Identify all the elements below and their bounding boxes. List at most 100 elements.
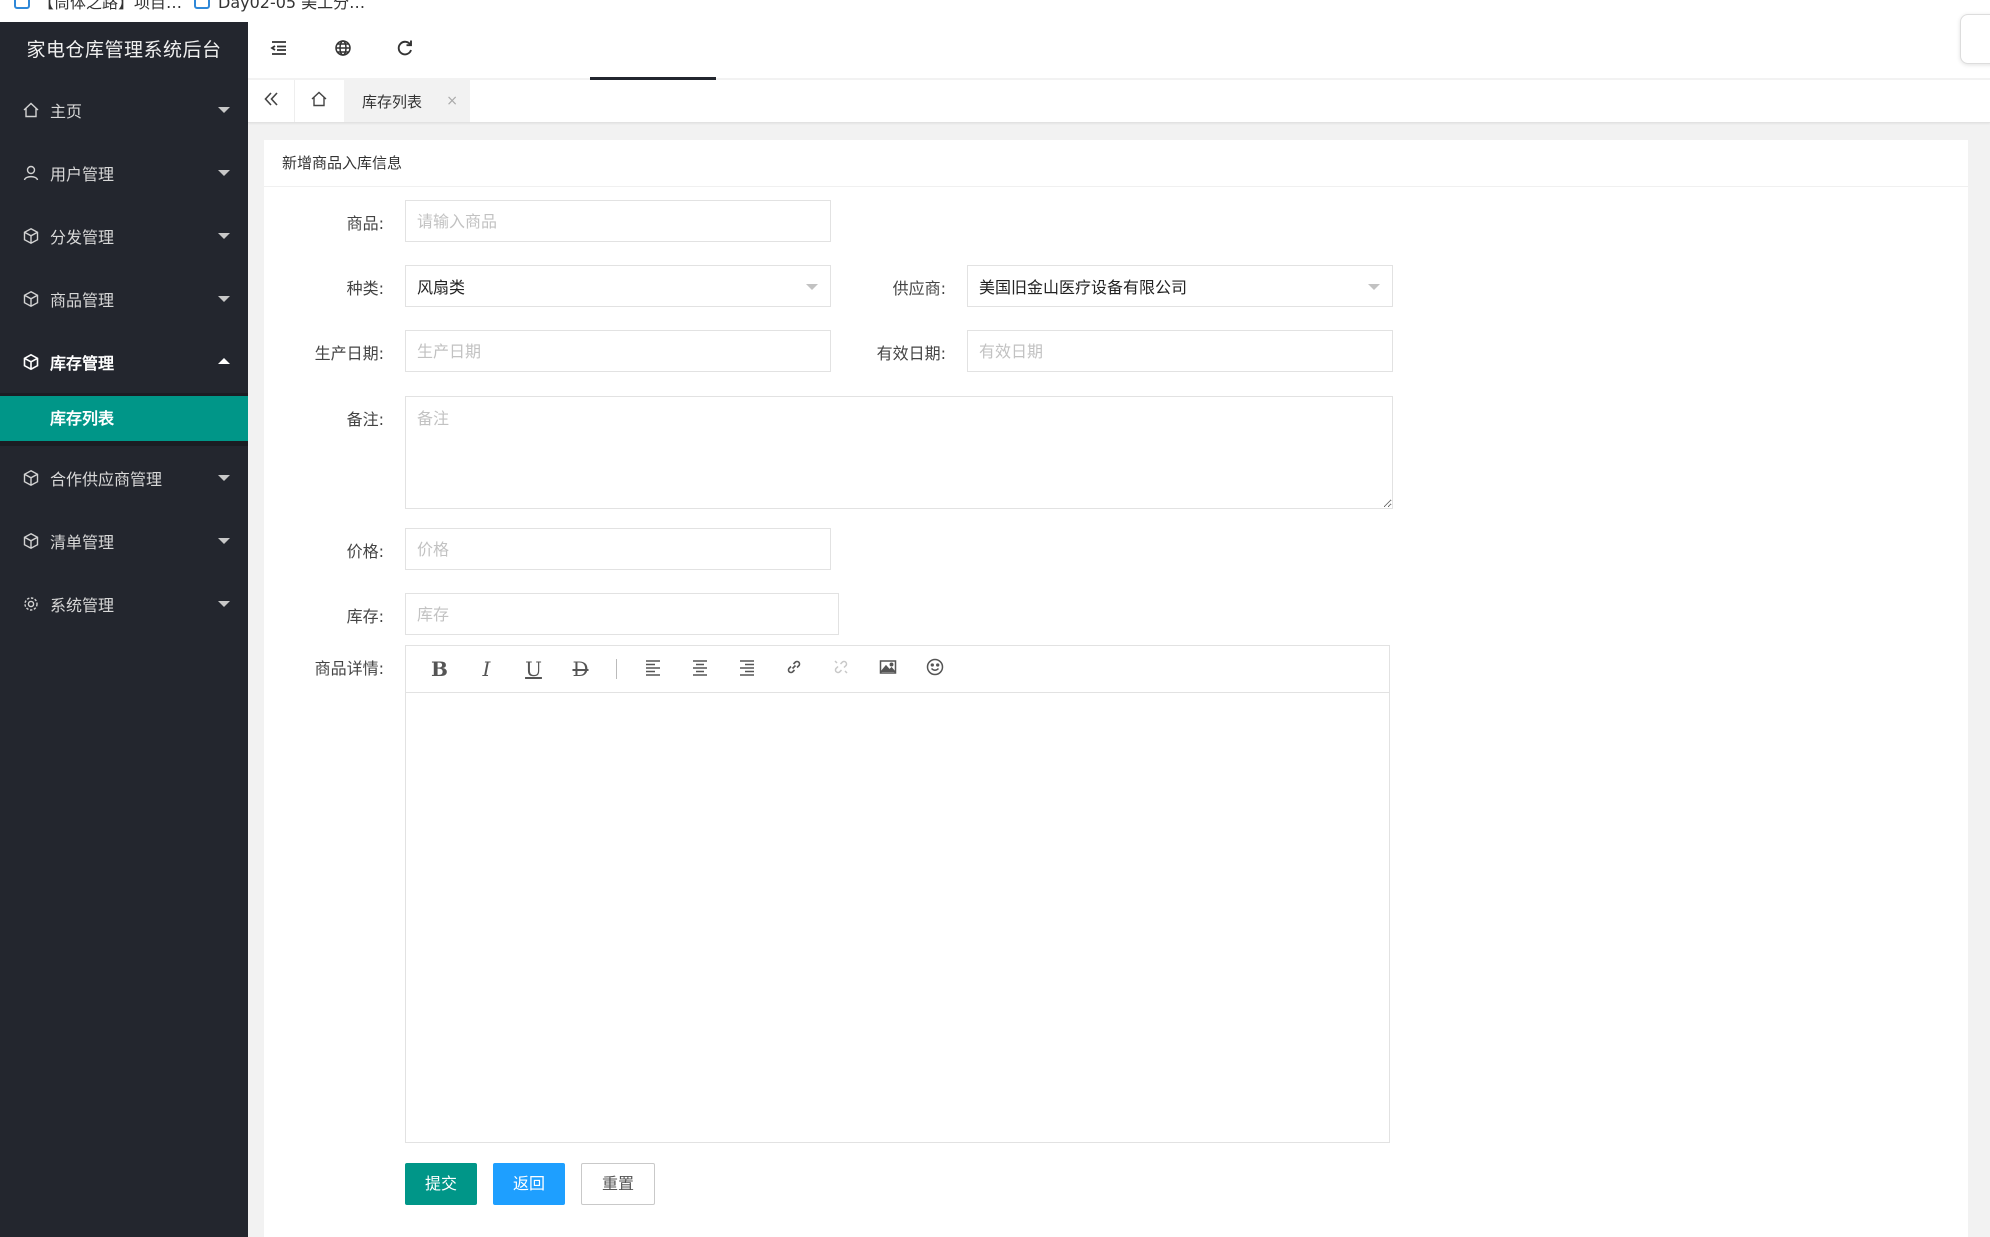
bookmark-icon (14, 0, 30, 9)
chevron-down-icon (1368, 284, 1380, 290)
bookmark-item[interactable]: 【筒体之路】项目… (14, 0, 182, 12)
chevron-down-icon (806, 284, 818, 290)
cube-icon (22, 469, 40, 487)
cube-icon (22, 227, 40, 245)
sidebar-item-label: 合作供应商管理 (50, 469, 163, 489)
stock-label: 库存: (346, 607, 384, 626)
caret-down-icon (218, 232, 230, 239)
price-label: 价格: (346, 542, 384, 561)
globe-button[interactable] (312, 22, 374, 78)
caret-down-icon (218, 474, 230, 481)
form-title: 新增商品入库信息 (264, 140, 1968, 187)
gear-icon (22, 595, 40, 613)
bookmark-icon (194, 0, 210, 9)
price-input[interactable] (405, 528, 831, 570)
link-icon (784, 657, 804, 682)
menu-fold-button[interactable] (248, 22, 310, 78)
tab-scroll-left-button[interactable] (248, 80, 295, 122)
sidebar-item-distribution[interactable]: 分发管理 (0, 204, 248, 267)
cube-icon (22, 532, 40, 550)
tab-inventory-list[interactable]: 库存列表 × (344, 80, 470, 122)
bookmark-item[interactable]: Day02-05 美工分… (194, 0, 365, 12)
bold-button[interactable]: B (416, 646, 463, 692)
rich-text-editor: B I U D (405, 645, 1390, 1143)
cube-icon (22, 290, 40, 308)
expire-date-label: 有效日期: (876, 344, 946, 363)
emoji-button[interactable] (911, 646, 958, 692)
supplier-select[interactable]: 美国旧金山医疗设备有限公司 (967, 265, 1393, 307)
double-chevron-left-icon (262, 90, 280, 112)
floating-panel-edge (1960, 14, 1990, 64)
supplier-value: 美国旧金山医疗设备有限公司 (979, 278, 1188, 297)
sidebar-item-label: 系统管理 (50, 595, 115, 615)
produce-date-input[interactable] (405, 330, 831, 372)
align-center-icon (690, 657, 710, 682)
editor-content-area[interactable] (406, 693, 1389, 1142)
supplier-label: 供应商: (892, 279, 946, 298)
sidebar-item-label: 用户管理 (50, 164, 115, 184)
product-input[interactable] (405, 200, 831, 242)
tab-home-button[interactable] (294, 80, 345, 122)
caret-down-icon (218, 106, 230, 113)
produce-date-label: 生产日期: (314, 344, 384, 363)
bookmark-label: 【筒体之路】项目… (38, 0, 183, 12)
back-button[interactable]: 返回 (493, 1163, 565, 1205)
sidebar-item-lists[interactable]: 清单管理 (0, 509, 248, 572)
home-icon (310, 90, 328, 112)
editor-toolbar: B I U D (406, 646, 1389, 693)
align-right-button[interactable] (723, 646, 770, 692)
strikethrough-button[interactable]: D (557, 646, 604, 692)
link-button[interactable] (770, 646, 817, 692)
refresh-icon (395, 38, 415, 62)
close-icon[interactable]: × (446, 93, 458, 109)
sidebar-item-label: 商品管理 (50, 290, 115, 310)
sidebar-item-inventory[interactable]: 库存管理 (0, 330, 248, 393)
align-center-button[interactable] (676, 646, 723, 692)
image-icon (878, 657, 898, 682)
bookmarks-bar: 【筒体之路】项目… Day02-05 美工分… (0, 0, 1990, 22)
sidebar-item-users[interactable]: 用户管理 (0, 141, 248, 204)
tab-bar: 库存列表 × (248, 80, 1990, 123)
caret-down-icon (218, 600, 230, 607)
caret-down-icon (218, 169, 230, 176)
align-left-icon (643, 657, 663, 682)
sidebar-item-label: 库存管理 (50, 353, 115, 373)
top-header (248, 14, 1990, 80)
category-value: 风扇类 (417, 278, 466, 297)
tab-label: 库存列表 (362, 92, 423, 111)
remark-label: 备注: (346, 410, 384, 429)
align-right-icon (737, 657, 757, 682)
caret-down-icon (218, 537, 230, 544)
caret-down-icon (218, 295, 230, 302)
home-icon (22, 101, 40, 119)
submit-button[interactable]: 提交 (405, 1163, 477, 1205)
sidebar-item-products[interactable]: 商品管理 (0, 267, 248, 330)
underline-button[interactable]: U (510, 646, 557, 692)
menu-fold-icon (269, 38, 289, 62)
sidebar-item-label: 分发管理 (50, 227, 115, 247)
user-icon (22, 164, 40, 182)
refresh-button[interactable] (374, 22, 436, 78)
sidebar-item-suppliers[interactable]: 合作供应商管理 (0, 446, 248, 509)
cube-icon (22, 353, 40, 371)
expire-date-input[interactable] (967, 330, 1393, 372)
reset-button[interactable]: 重置 (581, 1163, 655, 1205)
smile-icon (925, 657, 945, 682)
unlink-icon (831, 657, 851, 682)
sidebar-subitem-inventory-list[interactable]: 库存列表 (0, 396, 248, 441)
unlink-button[interactable] (817, 646, 864, 692)
remark-textarea[interactable] (405, 396, 1393, 509)
stock-input[interactable] (405, 593, 839, 635)
image-button[interactable] (864, 646, 911, 692)
sidebar: 家电仓库管理系统后台 主页 用户管理 分发管理 商品管理 库存管理 库存列表 合… (0, 22, 248, 1237)
sidebar-item-system[interactable]: 系统管理 (0, 572, 248, 635)
align-left-button[interactable] (629, 646, 676, 692)
category-label: 种类: (346, 279, 384, 298)
form-card: 新增商品入库信息 商品: 种类: 风扇类 供应商: 美国旧金山医疗设备有限公司 … (264, 140, 1968, 1237)
sidebar-submenu: 库存列表 (0, 393, 248, 446)
italic-button[interactable]: I (463, 646, 510, 692)
sidebar-item-label: 主页 (50, 101, 83, 121)
sidebar-item-home[interactable]: 主页 (0, 78, 248, 141)
sidebar-item-label: 清单管理 (50, 532, 115, 552)
category-select[interactable]: 风扇类 (405, 265, 831, 307)
